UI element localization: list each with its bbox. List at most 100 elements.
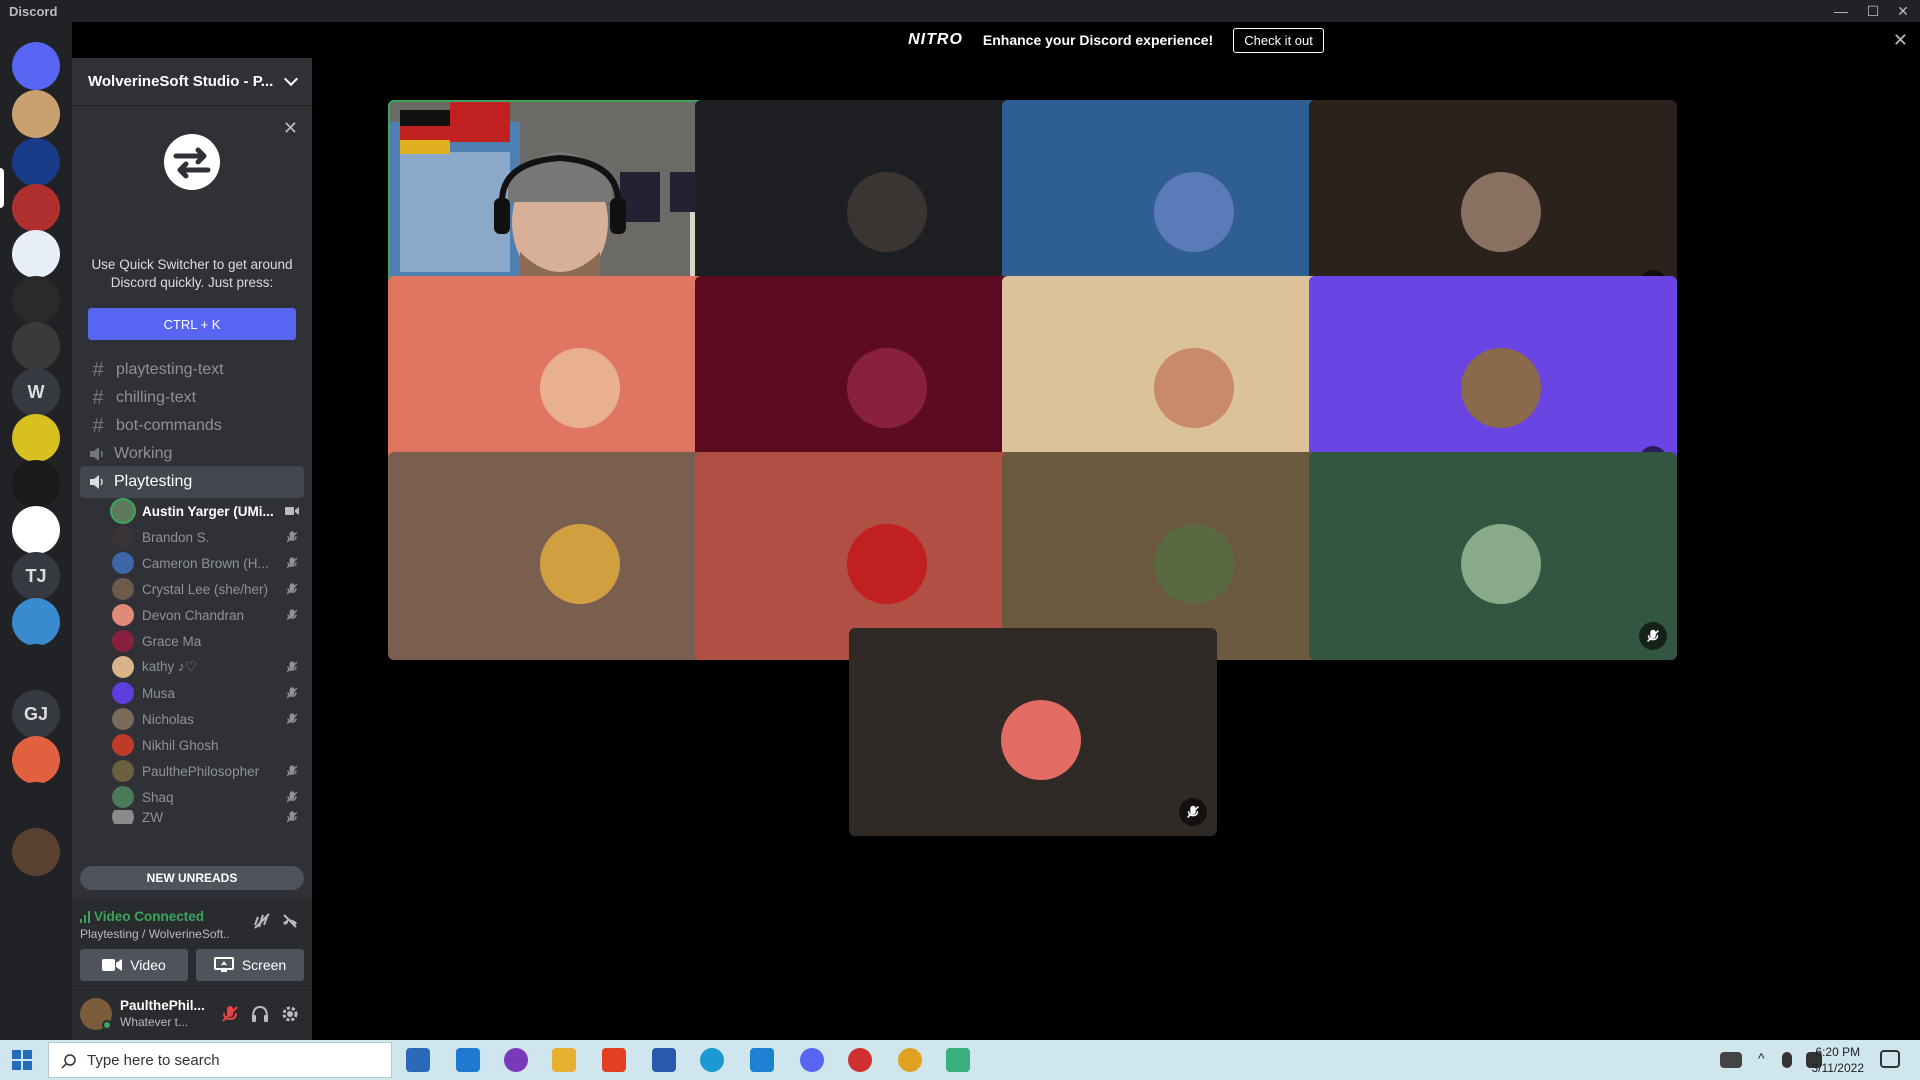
close-icon[interactable]: ✕ — [283, 118, 298, 139]
headphones-icon[interactable] — [250, 1004, 270, 1024]
voice-member[interactable]: Devon Chandran — [112, 602, 304, 628]
voice-member[interactable]: Austin Yarger (UMi... — [112, 498, 304, 524]
shortcut-button[interactable]: CTRL + K — [88, 308, 296, 340]
screen-share-button[interactable]: Screen — [196, 949, 304, 981]
member-name: kathy ♪♡ — [142, 659, 197, 674]
minimize-button[interactable]: — — [1826, 0, 1856, 22]
video-grid — [312, 58, 1920, 1040]
server-icon[interactable] — [12, 414, 60, 462]
avatar — [112, 786, 134, 808]
discord-window: Discord — ☐ ✕ W TJ GJ WolverineSoft Studio… — [0, 0, 1920, 1040]
mute-mic-icon[interactable] — [220, 1004, 240, 1024]
discord-icon[interactable] — [800, 1048, 824, 1072]
taskbar-search-input[interactable]: Type here to search — [48, 1042, 392, 1078]
voice-member[interactable]: Grace Ma — [112, 628, 304, 654]
server-icon[interactable] — [12, 90, 60, 138]
server-icon[interactable] — [12, 782, 60, 830]
video-camera-icon — [284, 503, 300, 519]
podcast-icon[interactable] — [504, 1048, 528, 1072]
close-icon[interactable]: ✕ — [1893, 30, 1908, 51]
speaker-icon — [88, 473, 106, 491]
server-icon[interactable] — [12, 506, 60, 554]
custom-status: Whatever t... — [120, 1015, 189, 1029]
server-icon[interactable] — [12, 598, 60, 646]
close-window-button[interactable]: ✕ — [1888, 0, 1918, 22]
username[interactable]: PaulthePhil... — [120, 998, 205, 1013]
voice-member[interactable]: Cameron Brown (H... — [112, 550, 304, 576]
check-it-out-button[interactable]: Check it out — [1233, 27, 1324, 53]
voice-member[interactable]: kathy ♪♡ — [112, 654, 304, 680]
voice-member[interactable]: Nicholas — [112, 706, 304, 732]
avatar — [112, 604, 134, 626]
video-button[interactable]: Video — [80, 949, 188, 981]
member-name: Musa — [142, 685, 176, 701]
voice-member[interactable]: Crystal Lee (she/her) — [112, 576, 304, 602]
gear-icon[interactable] — [280, 1004, 300, 1024]
discord-home-icon[interactable] — [12, 42, 60, 90]
muted-mic-icon — [284, 711, 300, 727]
voice-member[interactable]: Shaq — [112, 784, 304, 810]
vscode-icon[interactable] — [750, 1048, 774, 1072]
search-icon — [61, 1054, 76, 1069]
server-icon[interactable] — [12, 828, 60, 876]
server-icon[interactable] — [12, 322, 60, 370]
channel-playtesting[interactable]: Playtesting — [80, 466, 304, 498]
avatar — [540, 524, 620, 604]
disconnect-icon[interactable] — [280, 911, 300, 931]
noise-suppression-icon[interactable] — [252, 911, 272, 931]
server-icon[interactable]: GJ — [12, 690, 60, 738]
avatar — [1001, 700, 1081, 780]
muted-mic-icon — [284, 555, 300, 571]
participant-tile[interactable] — [849, 628, 1217, 836]
server-icon[interactable] — [12, 230, 60, 278]
maximize-button[interactable]: ☐ — [1858, 0, 1888, 22]
server-icon[interactable] — [12, 460, 60, 508]
server-icon[interactable] — [12, 184, 60, 232]
voice-member[interactable]: ZW — [112, 810, 304, 824]
member-name: Cameron Brown (H... — [142, 555, 269, 571]
avatar — [1154, 524, 1234, 604]
mail-icon[interactable] — [456, 1048, 480, 1072]
voice-member[interactable]: Nikhil Ghosh — [112, 732, 304, 758]
server-icon[interactable] — [12, 276, 60, 324]
muted-mic-icon — [1639, 622, 1667, 650]
notification-icon[interactable] — [1880, 1050, 1900, 1068]
participant-tile[interactable] — [1309, 452, 1677, 660]
voice-channel-path[interactable]: Playtesting / WolverineSoft... — [80, 927, 230, 941]
server-icon[interactable] — [12, 138, 60, 186]
slack-icon[interactable] — [946, 1048, 970, 1072]
avatar — [112, 760, 134, 782]
signal-icon — [80, 911, 90, 923]
chrome-icon[interactable] — [898, 1048, 922, 1072]
chevron-up-icon[interactable]: ^ — [1758, 1050, 1765, 1066]
file-explorer-icon[interactable] — [552, 1048, 576, 1072]
server-icon[interactable] — [12, 644, 60, 692]
server-rail: W TJ GJ — [0, 22, 72, 1040]
app-icon[interactable] — [848, 1048, 872, 1072]
keyboard-icon[interactable] — [1720, 1052, 1742, 1068]
avatar — [847, 348, 927, 428]
voice-connection-panel: Video Connected Playtesting / WolverineS… — [72, 899, 312, 987]
word-icon[interactable] — [652, 1048, 676, 1072]
store-icon[interactable] — [406, 1048, 430, 1072]
muted-mic-icon — [284, 789, 300, 805]
microphone-icon[interactable] — [1782, 1052, 1792, 1068]
avatar — [112, 708, 134, 730]
server-icon[interactable]: TJ — [12, 552, 60, 600]
guild-header[interactable]: WolverineSoft Studio - P... — [72, 58, 312, 106]
server-icon[interactable] — [12, 736, 60, 784]
member-name: ZW — [142, 810, 163, 824]
server-icon[interactable]: W — [12, 368, 60, 416]
office-icon[interactable] — [602, 1048, 626, 1072]
taskbar-clock[interactable]: 6:20 PM 3/11/2022 — [1812, 1044, 1865, 1076]
avatar — [1461, 348, 1541, 428]
member-name: Shaq — [142, 789, 174, 805]
member-name: Crystal Lee (she/her) — [142, 581, 269, 597]
windows-start-icon[interactable] — [12, 1050, 32, 1070]
edge-icon[interactable] — [700, 1048, 724, 1072]
voice-member[interactable]: Brandon S. — [112, 524, 304, 550]
voice-member[interactable]: Musa — [112, 680, 304, 706]
new-unreads-pill[interactable]: NEW UNREADS — [80, 866, 304, 890]
muted-mic-icon — [284, 659, 300, 675]
voice-member[interactable]: PaulthePhilosopher — [112, 758, 304, 784]
